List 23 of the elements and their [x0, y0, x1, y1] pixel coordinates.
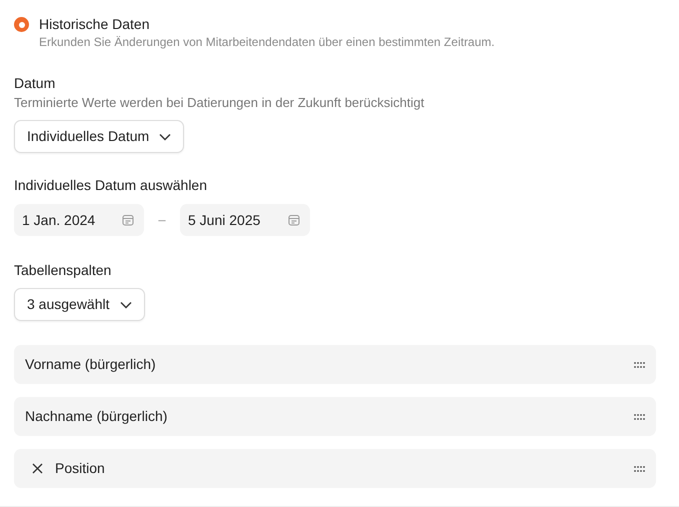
drag-handle-icon[interactable] [634, 466, 645, 472]
section-label: Individuelles Datum auswählen [14, 176, 208, 194]
dropdown[interactable]: Individuelles Datum [14, 120, 184, 153]
date-field[interactable]: 5 Juni 2025 [180, 204, 310, 236]
radio-button[interactable] [14, 17, 29, 32]
column-item[interactable]: Nachname (bürgerlich) [14, 397, 656, 436]
date-field[interactable]: 1 Jan. 2024 [14, 204, 144, 236]
chevron-down-icon [159, 132, 172, 140]
calendar-icon [288, 214, 300, 226]
section-label: Tabellenspalten [14, 261, 112, 279]
option-description: Erkunden Sie Änderungen von Mitarbeitendendaten über einen bestimmten Zeitraum. [39, 34, 495, 50]
column-item[interactable]: Vorname (bürgerlich) [14, 345, 656, 384]
hint-text: Terminierte Werte werden bei Datierungen in der Zukunft berücksichtigt [14, 95, 426, 111]
chevron-down-icon [120, 300, 132, 308]
range-separator: – [157, 211, 167, 230]
option-label: Historische Daten [39, 15, 150, 33]
section-label: Datum [14, 74, 56, 92]
column-item[interactable]: Position [14, 449, 656, 488]
drag-handle-icon[interactable] [634, 362, 645, 368]
drag-handle-icon[interactable] [634, 414, 645, 420]
dropdown[interactable]: 3 ausgewählt [14, 288, 145, 321]
close-icon[interactable] [32, 463, 43, 474]
calendar-icon [122, 214, 134, 226]
